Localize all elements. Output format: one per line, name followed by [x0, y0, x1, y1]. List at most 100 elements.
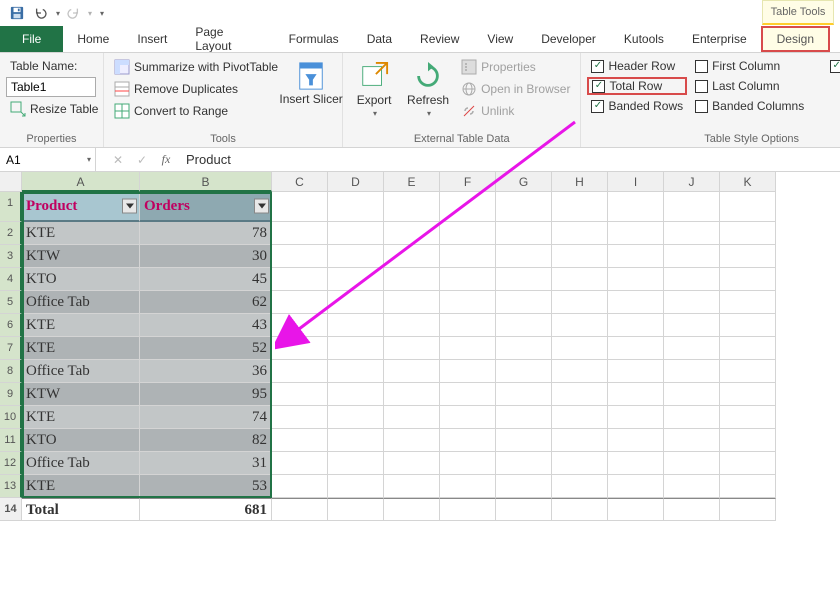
- cell[interactable]: Product: [22, 192, 140, 222]
- cell[interactable]: [384, 360, 440, 383]
- cell[interactable]: [664, 291, 720, 314]
- cell[interactable]: [384, 245, 440, 268]
- row-header[interactable]: 11: [0, 429, 22, 452]
- cell[interactable]: [384, 475, 440, 498]
- tab-formulas[interactable]: Formulas: [275, 26, 353, 52]
- cell[interactable]: [328, 452, 384, 475]
- remove-duplicates-button[interactable]: Remove Duplicates: [110, 79, 282, 99]
- resize-table-button[interactable]: Resize Table: [6, 99, 102, 119]
- cell[interactable]: 82: [140, 429, 272, 452]
- cell[interactable]: [440, 337, 496, 360]
- cell[interactable]: KTE: [22, 222, 140, 245]
- cell[interactable]: 74: [140, 406, 272, 429]
- cell[interactable]: [272, 498, 328, 521]
- first-column-checkbox[interactable]: First Column: [691, 57, 808, 75]
- cell[interactable]: [720, 192, 776, 222]
- cell[interactable]: [552, 452, 608, 475]
- cell[interactable]: [328, 383, 384, 406]
- refresh-button[interactable]: Refresh ▾: [403, 57, 453, 131]
- cell[interactable]: 36: [140, 360, 272, 383]
- cell[interactable]: [272, 291, 328, 314]
- cell[interactable]: 31: [140, 452, 272, 475]
- cell[interactable]: 681: [140, 498, 272, 521]
- cell[interactable]: [552, 245, 608, 268]
- cell[interactable]: [440, 192, 496, 222]
- banded-rows-checkbox[interactable]: Banded Rows: [587, 97, 687, 115]
- cell[interactable]: [608, 337, 664, 360]
- cell[interactable]: [552, 360, 608, 383]
- cell[interactable]: [440, 314, 496, 337]
- cell[interactable]: [720, 429, 776, 452]
- cell[interactable]: [496, 192, 552, 222]
- cell[interactable]: KTE: [22, 406, 140, 429]
- redo-button[interactable]: [62, 2, 84, 24]
- row-header[interactable]: 13: [0, 475, 22, 498]
- cell[interactable]: [552, 192, 608, 222]
- cell[interactable]: [328, 245, 384, 268]
- cancel-formula-button[interactable]: ✕: [106, 153, 130, 167]
- tab-enterprise[interactable]: Enterprise: [678, 26, 761, 52]
- cell[interactable]: [384, 452, 440, 475]
- cell[interactable]: [496, 291, 552, 314]
- row-header[interactable]: 7: [0, 337, 22, 360]
- cell[interactable]: [552, 222, 608, 245]
- cell[interactable]: [328, 337, 384, 360]
- tab-review[interactable]: Review: [406, 26, 473, 52]
- row-header[interactable]: 6: [0, 314, 22, 337]
- cell[interactable]: [496, 337, 552, 360]
- cell[interactable]: [552, 337, 608, 360]
- cell[interactable]: [608, 360, 664, 383]
- cell[interactable]: [664, 429, 720, 452]
- last-column-checkbox[interactable]: Last Column: [691, 77, 808, 95]
- cell[interactable]: [272, 192, 328, 222]
- cell[interactable]: [608, 314, 664, 337]
- row-header[interactable]: 12: [0, 452, 22, 475]
- cell[interactable]: [496, 475, 552, 498]
- cell[interactable]: [272, 475, 328, 498]
- row-header[interactable]: 1: [0, 192, 22, 222]
- cell[interactable]: [608, 406, 664, 429]
- cell[interactable]: [608, 291, 664, 314]
- cell[interactable]: [608, 192, 664, 222]
- filter-dropdown-button[interactable]: [254, 199, 269, 214]
- cell[interactable]: [272, 429, 328, 452]
- cell[interactable]: [552, 475, 608, 498]
- cell[interactable]: [328, 360, 384, 383]
- row-header[interactable]: 14: [0, 498, 22, 521]
- cell[interactable]: [608, 383, 664, 406]
- cell[interactable]: [272, 222, 328, 245]
- cell[interactable]: [272, 337, 328, 360]
- cell[interactable]: KTW: [22, 383, 140, 406]
- cell[interactable]: [608, 429, 664, 452]
- cell[interactable]: [440, 360, 496, 383]
- table-name-input[interactable]: [6, 77, 96, 97]
- tab-home[interactable]: Home: [63, 26, 123, 52]
- cell[interactable]: 45: [140, 268, 272, 291]
- tab-page-layout[interactable]: Page Layout: [181, 26, 274, 52]
- cell[interactable]: [664, 268, 720, 291]
- cell[interactable]: [720, 498, 776, 521]
- cell[interactable]: [440, 429, 496, 452]
- cell[interactable]: [440, 383, 496, 406]
- cell[interactable]: [720, 360, 776, 383]
- cell[interactable]: [272, 452, 328, 475]
- cell[interactable]: Office Tab: [22, 360, 140, 383]
- insert-slicer-button[interactable]: Insert Slicer: [286, 57, 336, 131]
- cell[interactable]: [608, 245, 664, 268]
- cell[interactable]: [664, 406, 720, 429]
- col-header-K[interactable]: K: [720, 172, 776, 192]
- cell[interactable]: [496, 222, 552, 245]
- cell[interactable]: [720, 291, 776, 314]
- cell[interactable]: [664, 452, 720, 475]
- cell[interactable]: [440, 498, 496, 521]
- cell[interactable]: [720, 222, 776, 245]
- cell[interactable]: [552, 383, 608, 406]
- cell[interactable]: [440, 291, 496, 314]
- filter-button-checkbox[interactable]: Filter Button: [826, 57, 840, 75]
- cell[interactable]: [664, 314, 720, 337]
- cell[interactable]: [384, 314, 440, 337]
- cell[interactable]: [328, 222, 384, 245]
- col-header-J[interactable]: J: [664, 172, 720, 192]
- cell[interactable]: [328, 406, 384, 429]
- cell[interactable]: [608, 452, 664, 475]
